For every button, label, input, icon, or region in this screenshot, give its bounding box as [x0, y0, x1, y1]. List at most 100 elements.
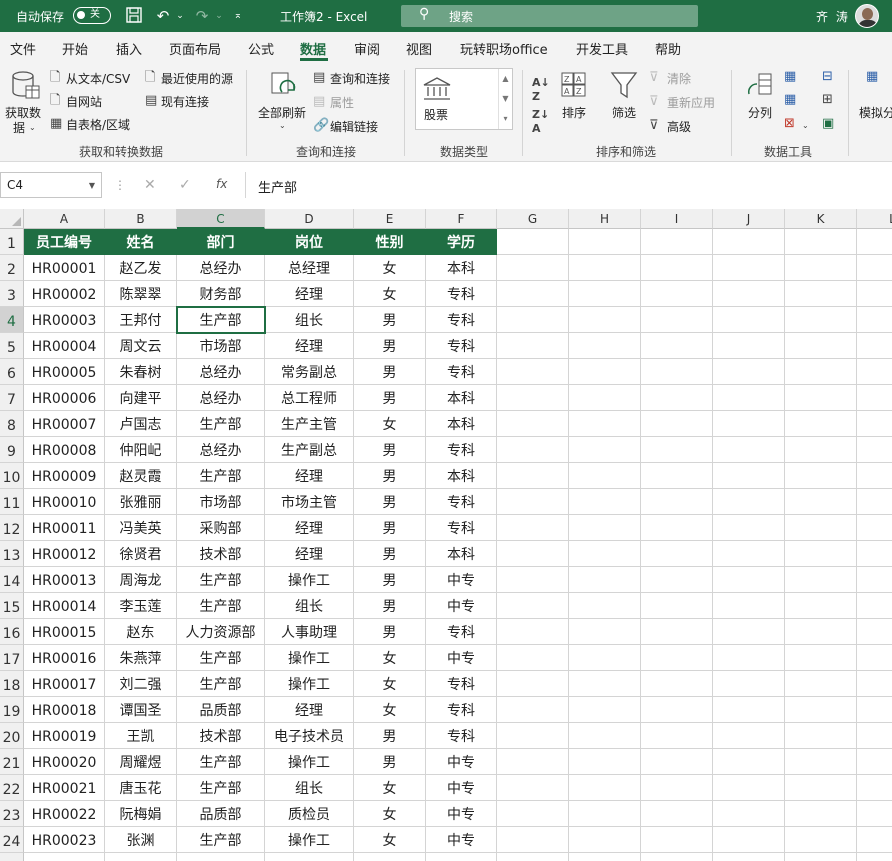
table-cell[interactable]: HR00022: [24, 801, 105, 827]
empty-cell[interactable]: [785, 385, 857, 411]
table-cell[interactable]: HR00009: [24, 463, 105, 489]
table-cell[interactable]: 专科: [426, 359, 497, 385]
undo-dropdown-icon[interactable]: ⌄: [170, 6, 190, 26]
table-cell[interactable]: 生产部: [177, 645, 265, 671]
worksheet-grid[interactable]: ABCDEFGHIJKL1员工编号姓名部门岗位性别学历2HR00001赵乙发总经…: [0, 209, 892, 861]
stocks-label[interactable]: 股票: [424, 106, 448, 123]
data-validation-icon[interactable]: ⊠: [784, 117, 795, 131]
data-validation-dropdown-icon[interactable]: ⌄: [802, 119, 809, 133]
table-cell[interactable]: 唐玉花: [105, 775, 177, 801]
empty-cell[interactable]: [857, 801, 892, 827]
empty-cell[interactable]: [497, 671, 569, 697]
empty-cell[interactable]: [569, 853, 641, 861]
table-cell[interactable]: 电子技术员: [265, 723, 354, 749]
row-header[interactable]: 2: [0, 255, 24, 281]
empty-cell[interactable]: [713, 645, 785, 671]
table-cell[interactable]: 生产主管: [265, 411, 354, 437]
tab-help[interactable]: 帮助: [655, 39, 681, 58]
empty-cell[interactable]: [713, 619, 785, 645]
empty-cell[interactable]: [713, 437, 785, 463]
table-cell[interactable]: HR00021: [24, 775, 105, 801]
table-cell[interactable]: 男: [354, 359, 426, 385]
sort-button[interactable]: 排序: [562, 104, 586, 121]
table-cell[interactable]: HR00006: [24, 385, 105, 411]
user-name[interactable]: 齐 涛: [816, 8, 850, 25]
table-cell[interactable]: 周海龙: [105, 567, 177, 593]
empty-cell[interactable]: [713, 801, 785, 827]
empty-cell[interactable]: [641, 619, 713, 645]
table-cell[interactable]: 操作工: [265, 567, 354, 593]
table-cell[interactable]: HR00015: [24, 619, 105, 645]
table-header-cell[interactable]: 学历: [426, 229, 497, 255]
empty-cell[interactable]: [569, 411, 641, 437]
gallery-down-icon[interactable]: ▼: [499, 89, 512, 109]
tab-insert[interactable]: 插入: [116, 39, 142, 58]
table-cell[interactable]: 男: [354, 619, 426, 645]
empty-cell[interactable]: [785, 723, 857, 749]
empty-cell[interactable]: [497, 567, 569, 593]
empty-cell[interactable]: [785, 489, 857, 515]
table-cell[interactable]: 生产部: [177, 749, 265, 775]
row-header[interactable]: 4: [0, 307, 24, 333]
empty-cell[interactable]: [785, 853, 857, 861]
empty-cell[interactable]: [641, 333, 713, 359]
table-cell[interactable]: 中专: [426, 645, 497, 671]
row-header[interactable]: 9: [0, 437, 24, 463]
empty-cell[interactable]: [785, 827, 857, 853]
tab-data[interactable]: 数据: [300, 39, 326, 58]
table-cell[interactable]: 中专: [426, 827, 497, 853]
table-cell[interactable]: 刘二强: [105, 671, 177, 697]
table-cell[interactable]: 本科: [426, 255, 497, 281]
table-cell[interactable]: 王凯: [105, 723, 177, 749]
table-cell[interactable]: 常务副总: [265, 359, 354, 385]
empty-cell[interactable]: [497, 385, 569, 411]
empty-cell[interactable]: [569, 541, 641, 567]
empty-cell[interactable]: [713, 229, 785, 255]
empty-cell[interactable]: [785, 697, 857, 723]
table-cell[interactable]: 经理: [265, 515, 354, 541]
table-cell[interactable]: 男: [354, 307, 426, 333]
empty-cell[interactable]: [785, 515, 857, 541]
empty-cell[interactable]: [713, 593, 785, 619]
table-cell[interactable]: 男: [354, 749, 426, 775]
recent-sources-button[interactable]: 最近使用的源: [161, 70, 233, 87]
table-cell[interactable]: HR00007: [24, 411, 105, 437]
sort-descending-icon[interactable]: Z↓ A: [532, 108, 549, 136]
empty-cell[interactable]: [785, 671, 857, 697]
table-cell[interactable]: 女: [354, 411, 426, 437]
table-cell[interactable]: 朱燕萍: [105, 645, 177, 671]
table-cell[interactable]: 生产部: [177, 775, 265, 801]
get-data-dropdown-icon[interactable]: ⌄: [29, 121, 36, 135]
empty-cell[interactable]: [497, 489, 569, 515]
row-header[interactable]: 18: [0, 671, 24, 697]
empty-cell[interactable]: [24, 853, 105, 861]
table-cell[interactable]: 人力资源部: [177, 619, 265, 645]
table-cell[interactable]: 品质部: [177, 697, 265, 723]
empty-cell[interactable]: [569, 333, 641, 359]
existing-connections-button[interactable]: 现有连接: [161, 93, 209, 110]
empty-cell[interactable]: [785, 255, 857, 281]
empty-cell[interactable]: [785, 359, 857, 385]
table-cell[interactable]: HR00020: [24, 749, 105, 775]
empty-cell[interactable]: [857, 229, 892, 255]
customize-toolbar-icon[interactable]: ⌅: [228, 6, 248, 26]
empty-cell[interactable]: [177, 853, 265, 861]
empty-cell[interactable]: [857, 827, 892, 853]
column-header-L[interactable]: L: [857, 209, 892, 229]
table-cell[interactable]: 生产部: [177, 567, 265, 593]
column-header-H[interactable]: H: [569, 209, 641, 229]
empty-cell[interactable]: [713, 489, 785, 515]
table-cell[interactable]: 李玉莲: [105, 593, 177, 619]
from-web-button[interactable]: 自网站: [66, 93, 102, 110]
empty-cell[interactable]: [569, 801, 641, 827]
table-cell[interactable]: 专科: [426, 437, 497, 463]
table-cell[interactable]: 仲阳屺: [105, 437, 177, 463]
table-cell[interactable]: 经理: [265, 333, 354, 359]
empty-cell[interactable]: [857, 619, 892, 645]
empty-cell[interactable]: [497, 775, 569, 801]
row-header[interactable]: 25: [0, 853, 24, 861]
table-cell[interactable]: 男: [354, 385, 426, 411]
empty-cell[interactable]: [497, 359, 569, 385]
empty-cell[interactable]: [569, 385, 641, 411]
table-cell[interactable]: 男: [354, 723, 426, 749]
